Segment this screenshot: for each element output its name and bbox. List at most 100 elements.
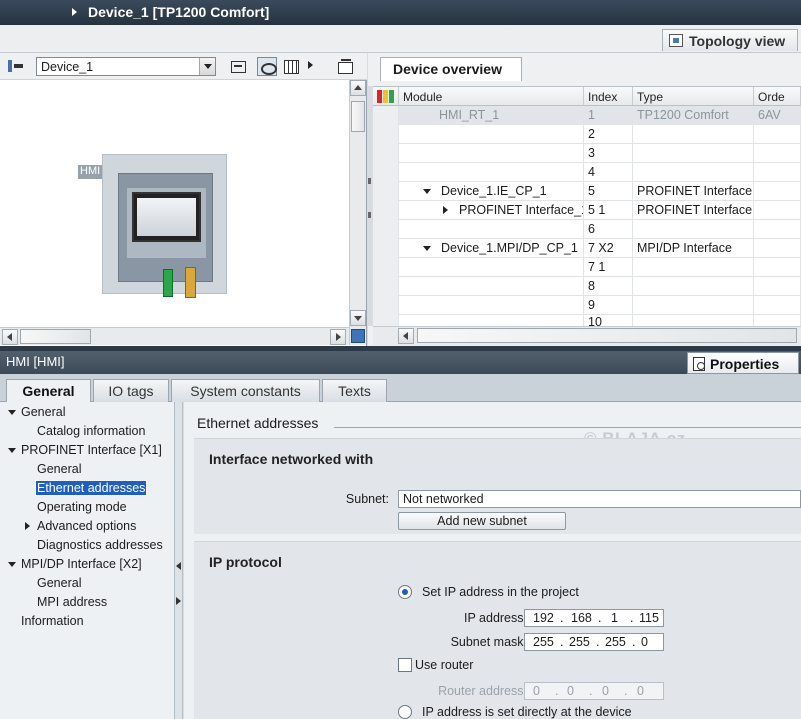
nav-item-ethernet-addresses[interactable]: Ethernet addresses [34,479,148,498]
nav-item-mpi-general[interactable]: General [37,574,81,593]
topology-view-label: Topology view [689,33,786,49]
overview-navigation-icon[interactable] [335,57,355,76]
table-row[interactable]: 4 [373,163,801,182]
column-header-type[interactable]: Type [633,87,754,106]
collapse-arrow-icon[interactable] [8,410,16,415]
tab-properties[interactable]: Properties [687,352,799,374]
tab-general[interactable]: General [6,379,91,403]
tab-texts[interactable]: Texts [322,379,387,402]
scroll-down-icon[interactable] [350,310,366,326]
expand-arrow-icon[interactable] [25,522,30,530]
zoom-navigator-icon[interactable] [351,329,365,343]
scroll-left-icon[interactable] [2,329,18,345]
mask-octet: 0 [641,635,648,649]
table-row[interactable]: Device_1.MPI/DP_CP_1 7 X2 MPI/DP Interfa… [373,239,801,258]
type-cell [633,296,754,315]
tab-io-tags[interactable]: IO tags [93,379,169,402]
ip-set-at-device-radio[interactable] [398,705,412,719]
table-row[interactable]: 7 1 [373,258,801,277]
router-address-field: 0 . 0 . 0 . 0 [524,682,664,700]
index-cell: 8 [584,277,633,296]
column-header-index[interactable]: Index [584,87,633,106]
device-overview-horizontal-scrollbar[interactable] [373,326,801,345]
nav-item-diagnostics-addresses[interactable]: Diagnostics addresses [37,536,163,555]
nav-item-advanced-options[interactable]: Advanced options [25,517,136,536]
hmi-device-graphic[interactable] [102,154,227,298]
device-select-value: Device_1 [41,60,94,74]
table-row[interactable]: 9 [373,296,801,315]
use-router-checkbox[interactable] [398,658,412,672]
collapse-arrow-icon[interactable] [8,448,16,453]
nav-item-operating-mode[interactable]: Operating mode [37,498,127,517]
expand-arrow-icon[interactable] [72,8,77,16]
nav-item-general[interactable]: General [8,403,65,422]
table-row[interactable]: PROFINET Interface_1 5 1 PROFINET Interf… [373,201,801,220]
show-hide-icon[interactable] [257,57,277,76]
order-cell [754,182,801,201]
expand-right-icon[interactable] [176,597,181,605]
column-header-status [373,87,399,106]
scroll-right-icon[interactable] [330,329,346,345]
ip-octet: 1 [611,611,618,625]
module-cell [399,277,584,296]
nav-item-mpi-dp-interface[interactable]: MPI/DP Interface [X2] [8,555,142,574]
device-properties-icon[interactable] [228,57,248,76]
column-header-module[interactable]: Module [399,87,584,106]
table-row[interactable]: 6 [373,220,801,239]
nav-item-mpi-address[interactable]: MPI address [37,593,107,612]
table-row[interactable]: 8 [373,277,801,296]
nav-splitter[interactable] [175,402,183,719]
scroll-left-icon[interactable] [398,328,414,344]
chevron-down-icon[interactable] [199,58,215,75]
ip-octet: 192 [533,611,554,625]
set-ip-in-project-label[interactable]: Set IP address in the project [422,585,579,599]
table-row[interactable]: 2 [373,125,801,144]
ip-protocol-group: IP protocol Set IP address in the projec… [194,541,801,719]
group-title: Interface networked with [209,451,374,467]
table-row[interactable]: Device_1.IE_CP_1 5 PROFINET Interface [373,182,801,201]
mpi-dp-port-icon[interactable] [185,267,196,298]
expand-arrow-icon[interactable] [443,206,448,214]
tab-system-constants[interactable]: System constants [171,379,320,402]
group-title: IP protocol [209,554,282,570]
ip-set-at-device-label[interactable]: IP address is set directly at the device [422,705,632,719]
subnet-mask-field[interactable]: 255 . 255 . 255 . 0 [524,633,664,651]
type-cell [633,220,754,239]
device-view-horizontal-scrollbar[interactable] [0,327,349,345]
index-cell: 6 [584,220,633,239]
device-view-vertical-scrollbar[interactable] [349,80,366,345]
ip-octet: 115 [639,611,659,625]
nav-item-profinet-interface[interactable]: PROFINET Interface [X1] [8,441,162,460]
grid-icon[interactable] [281,57,301,76]
scroll-thumb[interactable] [20,329,91,344]
collapse-arrow-icon[interactable] [423,189,431,194]
ip-address-field[interactable]: 192 . 168 . 1 . 115 [524,609,664,627]
add-new-subnet-button[interactable]: Add new subnet [398,512,566,530]
table-row[interactable]: 3 [373,144,801,163]
collapse-left-icon[interactable] [176,562,181,570]
type-cell: PROFINET Interface [633,201,754,220]
module-cell: Device_1.IE_CP_1 [399,182,584,201]
tab-topology-view[interactable]: Topology view [662,29,798,51]
scroll-up-icon[interactable] [350,80,366,96]
column-header-order[interactable]: Orde [754,87,801,106]
table-row[interactable]: HMI_RT_1 1 TP1200 Comfort 6AV [373,106,801,125]
order-cell: 6AV [754,106,801,125]
nav-item-catalog-information[interactable]: Catalog information [37,422,145,441]
scroll-thumb[interactable] [351,101,365,132]
use-router-label[interactable]: Use router [415,658,473,672]
tab-device-overview[interactable]: Device overview [380,57,522,81]
status-flag-icon [377,90,393,104]
nav-item-information[interactable]: Information [21,612,84,631]
subnet-field[interactable]: Not networked [398,490,801,508]
set-ip-in-project-radio[interactable] [398,585,412,599]
network-connection-icon[interactable] [6,57,26,76]
collapse-arrow-icon[interactable] [423,246,431,251]
device-select[interactable]: Device_1 [36,57,216,76]
nav-item-pn-general[interactable]: General [37,460,81,479]
more-tools-arrow-icon[interactable] [306,57,316,76]
collapse-arrow-icon[interactable] [8,562,16,567]
inspector-object-title: HMI [HMI] [6,354,65,369]
scroll-thumb[interactable] [417,328,797,343]
profinet-port-icon[interactable] [163,269,173,297]
